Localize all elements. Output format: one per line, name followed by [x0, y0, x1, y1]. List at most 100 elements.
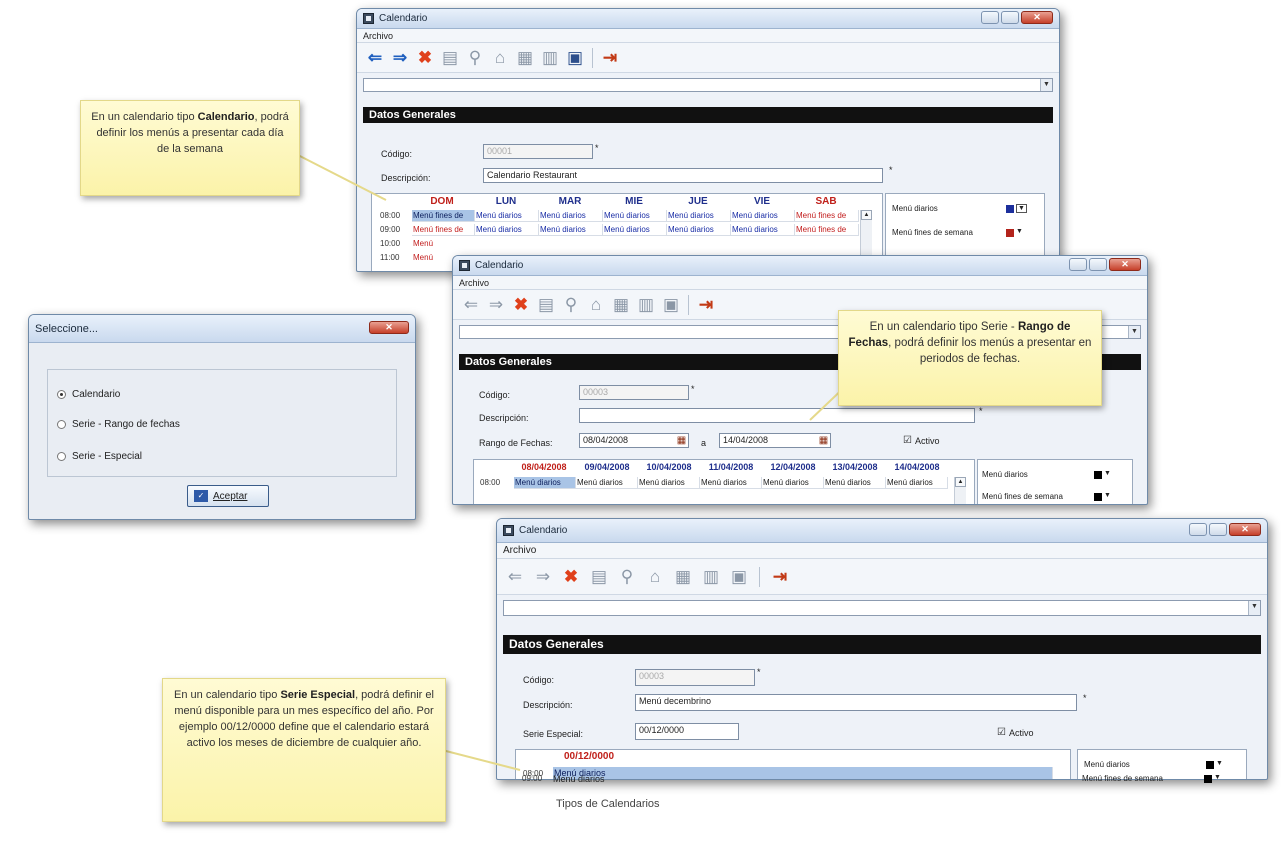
chevron-down-icon[interactable]: ▼ [1016, 204, 1027, 213]
option-serie-rango[interactable]: Serie - Rango de fechas [57, 419, 180, 430]
radio-icon[interactable] [57, 452, 66, 461]
grid-cell[interactable]: Menú diarios [603, 224, 667, 236]
grid-cell[interactable]: Menú diarios [731, 210, 795, 222]
descripcion-field[interactable]: Menú decembrino [635, 694, 1077, 711]
save-icon[interactable]: ▣ [663, 296, 679, 313]
record-combo[interactable]: ▼ [363, 78, 1053, 92]
grid-cell[interactable]: Menú diarios [824, 477, 886, 489]
radio-icon[interactable] [57, 420, 66, 429]
legend-swatch[interactable] [1006, 229, 1014, 237]
option-calendario[interactable]: Calendario [57, 389, 120, 400]
accept-button[interactable]: ✓ Aceptar [187, 485, 269, 507]
forward-arrow-icon[interactable]: ⇒ [535, 568, 551, 585]
open-folder-icon[interactable]: ⌂ [588, 296, 604, 313]
grid-cell[interactable]: Menú diarios [667, 224, 731, 236]
title-bar[interactable]: Seleccione... ✕ [29, 315, 415, 343]
grid-cell[interactable]: Menú [412, 238, 475, 250]
legend-swatch[interactable] [1204, 775, 1212, 783]
cancel-x-icon[interactable]: ✖ [513, 296, 529, 313]
print-icon[interactable]: ▤ [538, 296, 554, 313]
title-bar[interactable]: Calendario ✕ [357, 9, 1059, 29]
minimize-button[interactable] [1069, 258, 1087, 271]
scroll-up-icon[interactable]: ▲ [955, 477, 966, 487]
save-icon[interactable]: ▣ [731, 568, 747, 585]
grid-cell[interactable]: Menú fines de [412, 210, 475, 222]
trash-icon[interactable]: ▥ [638, 296, 654, 313]
title-bar[interactable]: Calendario ✕ [497, 519, 1267, 543]
legend-swatch[interactable] [1206, 761, 1214, 769]
forward-arrow-icon[interactable]: ⇒ [392, 49, 408, 66]
grid-cell[interactable]: Menú diarios [638, 477, 700, 489]
serie-especial-field[interactable]: 00/12/0000 [635, 723, 739, 740]
legend-swatch[interactable] [1094, 493, 1102, 501]
chevron-down-icon[interactable]: ▼ [1040, 79, 1052, 91]
grid-cell[interactable]: Menú diarios [667, 210, 731, 222]
maximize-button[interactable] [1209, 523, 1227, 536]
exit-door-icon[interactable]: ⇥ [772, 568, 788, 585]
menu-archivo[interactable]: Archivo [503, 545, 536, 556]
grid-cell[interactable]: Menú diarios [475, 224, 539, 236]
grid-cell[interactable]: Menú diarios [514, 477, 576, 489]
close-button[interactable]: ✕ [1021, 11, 1053, 24]
title-bar[interactable]: Calendario ✕ [453, 256, 1147, 276]
back-arrow-icon[interactable]: ⇐ [507, 568, 523, 585]
document-icon[interactable]: ▦ [613, 296, 629, 313]
option-serie-especial[interactable]: Serie - Especial [57, 451, 142, 462]
fecha-hasta-field[interactable]: 14/04/2008 [719, 433, 831, 448]
grid-cell[interactable]: Menú fines de [795, 224, 859, 236]
minimize-button[interactable] [1189, 523, 1207, 536]
fecha-desde-field[interactable]: 08/04/2008 [579, 433, 689, 448]
legend-swatch[interactable] [1094, 471, 1102, 479]
cancel-x-icon[interactable]: ✖ [563, 568, 579, 585]
descripcion-field[interactable]: Calendario Restaurant [483, 168, 883, 183]
forward-arrow-icon[interactable]: ⇒ [488, 296, 504, 313]
radio-selected-icon[interactable] [57, 390, 66, 399]
document-icon[interactable]: ▦ [675, 568, 691, 585]
activo-checkbox[interactable]: ☑ Activo [903, 435, 939, 446]
close-button[interactable]: ✕ [369, 321, 409, 334]
exit-door-icon[interactable]: ⇥ [698, 296, 714, 313]
document-icon[interactable]: ▦ [517, 49, 533, 66]
grid-cell[interactable]: Menú diarios [576, 477, 638, 489]
open-folder-icon[interactable]: ⌂ [492, 49, 508, 66]
close-button[interactable]: ✕ [1229, 523, 1261, 536]
chevron-down-icon[interactable]: ▼ [1216, 760, 1223, 767]
trash-icon[interactable]: ▥ [703, 568, 719, 585]
maximize-button[interactable] [1089, 258, 1107, 271]
back-arrow-icon[interactable]: ⇐ [367, 49, 383, 66]
chevron-down-icon[interactable]: ▼ [1128, 326, 1140, 338]
checkbox-icon[interactable]: ☑ [903, 435, 912, 446]
grid-cell[interactable]: Menú diarios [539, 224, 603, 236]
close-button[interactable]: ✕ [1109, 258, 1141, 271]
codigo-field[interactable]: 00003 [635, 669, 755, 686]
grid-cell[interactable]: Menú diarios [731, 224, 795, 236]
legend-swatch[interactable] [1006, 205, 1014, 213]
exit-door-icon[interactable]: ⇥ [602, 49, 618, 66]
activo-checkbox[interactable]: ☑ Activo [997, 727, 1033, 738]
grid-scrollbar[interactable]: ▲ [954, 477, 966, 504]
back-arrow-icon[interactable]: ⇐ [463, 296, 479, 313]
chevron-down-icon[interactable]: ▼ [1104, 492, 1111, 499]
menu-archivo[interactable]: Archivo [459, 278, 489, 288]
chevron-down-icon[interactable]: ▼ [1016, 228, 1023, 235]
maximize-button[interactable] [1001, 11, 1019, 24]
grid-cell[interactable]: Menú diarios [552, 773, 1052, 786]
print-icon[interactable]: ▤ [442, 49, 458, 66]
chevron-down-icon[interactable]: ▼ [1104, 470, 1111, 477]
grid-cell[interactable]: Menú diarios [475, 210, 539, 222]
grid-cell[interactable]: Menú diarios [603, 210, 667, 222]
grid-cell[interactable]: Menú diarios [886, 477, 948, 489]
search-icon[interactable]: ⚲ [467, 49, 483, 66]
calendar-picker-icon[interactable]: ▦ [675, 434, 688, 447]
print-icon[interactable]: ▤ [591, 568, 607, 585]
search-icon[interactable]: ⚲ [619, 568, 635, 585]
descripcion-field[interactable] [579, 408, 975, 423]
grid-cell[interactable]: Menú fines de [412, 224, 475, 236]
grid-cell[interactable]: Menú diarios [539, 210, 603, 222]
checkbox-icon[interactable]: ☑ [997, 727, 1006, 738]
trash-icon[interactable]: ▥ [542, 49, 558, 66]
scroll-up-icon[interactable]: ▲ [861, 210, 872, 220]
minimize-button[interactable] [981, 11, 999, 24]
codigo-field[interactable]: 00001 [483, 144, 593, 159]
chevron-down-icon[interactable]: ▼ [1214, 774, 1221, 781]
